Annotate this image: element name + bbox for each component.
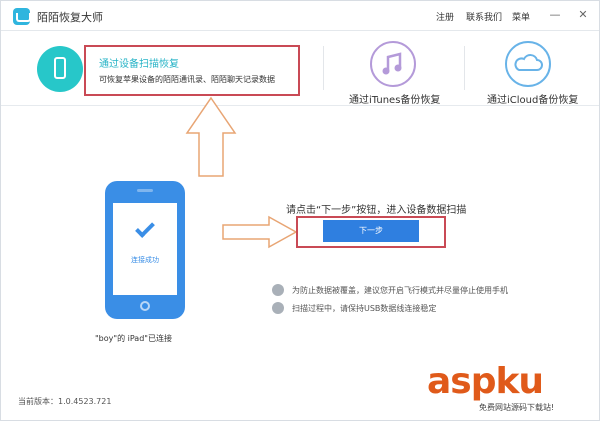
connected-phone-illustration: 连接成功 bbox=[105, 181, 185, 319]
next-step-button[interactable]: 下一步 bbox=[323, 220, 419, 242]
airplane-icon bbox=[272, 284, 284, 296]
checkmark-icon bbox=[135, 218, 155, 238]
site-watermark: aspku 免费网站源码下载站! bbox=[427, 361, 595, 417]
app-window: 陌陌恢复大师 注册 联系我们 菜单 — ✕ 通过设备扫描恢复 可恢复苹果设备的陌… bbox=[0, 0, 600, 421]
usb-icon bbox=[272, 302, 284, 314]
device-name: "boy"的 iPad"已连接 bbox=[95, 334, 172, 343]
up-arrow-icon bbox=[185, 96, 237, 177]
scan-instruction: 请点击“下一步”按钮，进入设备数据扫描 bbox=[286, 205, 467, 216]
connection-status: 连接成功 bbox=[131, 256, 159, 264]
watermark-logo: aspku bbox=[427, 361, 544, 402]
version-label: 当前版本：1.0.4523.721 bbox=[18, 397, 112, 406]
watermark-tagline: 免费网站源码下载站! bbox=[479, 403, 555, 412]
right-arrow-icon bbox=[222, 215, 298, 249]
